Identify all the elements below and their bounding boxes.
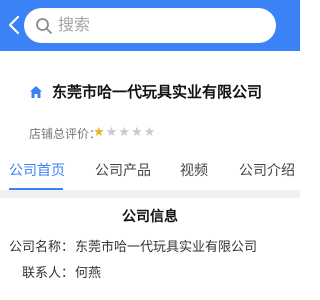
info-value: 何燕 [75, 266, 102, 281]
divider [0, 190, 300, 198]
company-name: 东莞市哈一代玩具实业有限公司 [52, 83, 263, 101]
chevron-left-icon [8, 15, 20, 35]
info-label: 公司名称： [9, 240, 75, 255]
tab-company-intro[interactable]: 公司介绍 [239, 161, 295, 181]
info-label: 联系人： [22, 266, 75, 281]
tab-bar: 公司首页 公司产品 视频 公司介绍 [0, 152, 300, 190]
home-icon [30, 86, 42, 98]
star-icon: ★ [105, 125, 118, 140]
search-placeholder: 搜索 [58, 15, 91, 34]
top-bar: 搜索 [0, 0, 300, 51]
rating-stars: ★ ★ ★ ★ ★ [93, 126, 155, 140]
tab-home[interactable]: 公司首页 [9, 161, 65, 181]
star-icon: ★ [118, 125, 130, 140]
info-row-company-name: 公司名称： 东莞市哈一代玩具实业有限公司 [0, 238, 300, 260]
info-row-contact: 联系人： 何燕 [0, 264, 300, 286]
rating-label: 店铺总评价： [29, 127, 102, 141]
company-header: 东莞市哈一代玩具实业有限公司 [0, 78, 300, 108]
info-value: 东莞市哈一代玩具实业有限公司 [75, 240, 258, 255]
tab-products[interactable]: 公司产品 [95, 161, 151, 181]
search-input[interactable]: 搜索 [24, 8, 276, 43]
section-title: 公司信息 [122, 209, 178, 225]
shop-rating: 店铺总评价： ★ ★ ★ ★ ★ [0, 124, 300, 144]
back-button[interactable] [4, 11, 24, 39]
star-icon: ★ [93, 125, 105, 140]
star-icon: ★ [143, 125, 156, 140]
search-icon [36, 18, 52, 34]
star-icon: ★ [130, 125, 143, 140]
tab-video[interactable]: 视频 [180, 161, 208, 181]
